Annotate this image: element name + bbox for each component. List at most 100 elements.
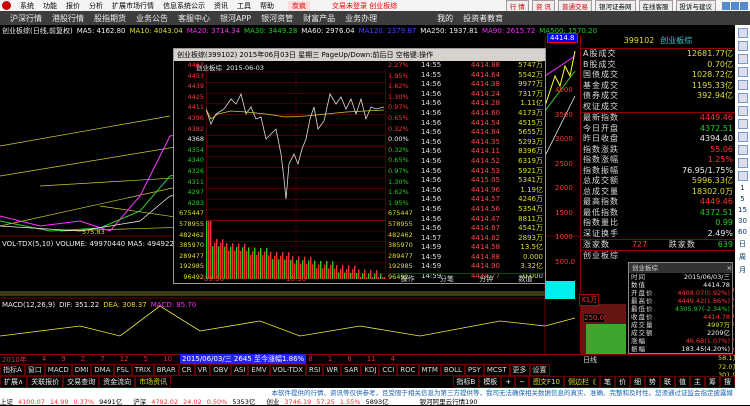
- toolbar-button[interactable]: 行 情: [505, 0, 529, 12]
- sub-right-button[interactable]: −: [515, 376, 530, 388]
- f10-button[interactable]: 侧边栏《: [564, 376, 600, 388]
- sub-tab[interactable]: 关联报价: [27, 376, 64, 388]
- period-button[interactable]: 30: [738, 217, 747, 225]
- tick-row[interactable]: 14:56 4414.28 1.11亿: [417, 99, 545, 109]
- popup-tab[interactable]: 操作: [401, 274, 415, 284]
- indicator-tab[interactable]: VOL-TDX: [269, 364, 306, 376]
- toolbar-icon[interactable]: [737, 54, 748, 64]
- tick-row[interactable]: 14:56 4414.56 5354万: [417, 205, 545, 215]
- period-button[interactable]: 日: [739, 239, 746, 249]
- toolbar-button[interactable]: 银河证券网: [595, 0, 636, 12]
- toolbar-icon[interactable]: [737, 171, 748, 181]
- indicator-tab[interactable]: OBV: [210, 364, 232, 376]
- indicator-tab[interactable]: 指标A: [0, 364, 25, 376]
- indicator-tab[interactable]: WR: [323, 364, 342, 376]
- sub-right-button[interactable]: 模板: [479, 376, 502, 388]
- menu-item[interactable]: 系统: [20, 1, 34, 11]
- indicator-tab[interactable]: EMV: [248, 364, 270, 376]
- f10-button[interactable]: 搜: [720, 376, 735, 388]
- nav-item[interactable]: 股指期货: [94, 13, 126, 24]
- toolbar-icon[interactable]: [737, 41, 748, 51]
- sub-tab[interactable]: 资金流向: [99, 376, 136, 388]
- hot-button[interactable]: 炭疯: [288, 0, 310, 11]
- nav-item[interactable]: 业务办理: [345, 13, 377, 24]
- period-label[interactable]: 日线: [580, 354, 735, 364]
- minimize-button[interactable]: [722, 1, 730, 10]
- toolbar-button[interactable]: 普通交易: [558, 0, 592, 12]
- period-button[interactable]: 60: [738, 228, 747, 236]
- nav-item[interactable]: 我的: [437, 13, 453, 24]
- indicator-tab[interactable]: PSY: [464, 364, 484, 376]
- period-button[interactable]: 15: [738, 206, 747, 214]
- menu-item[interactable]: 资讯: [214, 1, 228, 11]
- tick-row[interactable]: 14:56 4414.67 4541万: [417, 224, 545, 234]
- nav-item[interactable]: 业务公告: [136, 13, 168, 24]
- f10-button[interactable]: 图文F10: [529, 376, 564, 388]
- tick-row[interactable]: 14:59 4414.58 13.5亿: [417, 243, 545, 253]
- tick-row[interactable]: 14:56 4414.24 7317万: [417, 90, 545, 100]
- nav-item[interactable]: 财富产品: [303, 13, 335, 24]
- tick-row[interactable]: 14:57 4414.82 2893万: [417, 234, 545, 244]
- tick-row[interactable]: 14:55 4414.64 5542万: [417, 71, 545, 81]
- indicator-tab[interactable]: VR: [194, 364, 211, 376]
- toolbar-button[interactable]: 投诉与建议: [675, 0, 716, 12]
- maximize-button[interactable]: [731, 1, 739, 10]
- f10-button[interactable]: 值: [675, 376, 690, 388]
- intraday-chart[interactable]: [206, 69, 386, 279]
- toolbar-icon[interactable]: [737, 158, 748, 168]
- indicator-tab[interactable]: MCST: [483, 364, 510, 376]
- indicator-tab[interactable]: ROC: [397, 364, 419, 376]
- tick-row[interactable]: 14:56 4414.60 4173万: [417, 109, 545, 119]
- popup-tab[interactable]: 分钟: [479, 274, 493, 284]
- menu-item[interactable]: 扩展市场行情: [112, 1, 154, 11]
- sub-tab[interactable]: 交易查询: [63, 376, 100, 388]
- indicator-tab[interactable]: 窗口: [24, 364, 45, 376]
- popup-tab[interactable]: 分笔: [440, 274, 454, 284]
- indicator-tab[interactable]: DMI: [71, 364, 92, 376]
- close-icon[interactable]: ×: [727, 263, 732, 273]
- sub-tab[interactable]: 扩展∧: [0, 376, 28, 388]
- toolbar-icon[interactable]: [737, 93, 748, 103]
- toolbar-button[interactable]: 在线客服: [638, 0, 673, 12]
- menu-item[interactable]: 工具: [237, 1, 251, 11]
- indicator-tab[interactable]: BOLL: [440, 364, 465, 376]
- toolbar-icon[interactable]: [737, 80, 748, 90]
- menu-item[interactable]: 信息系统公示: [163, 1, 205, 11]
- toolbar-icon[interactable]: [737, 106, 748, 116]
- toolbar-button[interactable]: 资 讯: [531, 0, 555, 12]
- indicator-tab[interactable]: CCI: [379, 364, 398, 376]
- tick-row[interactable]: 14:56 4414.96 1.19亿: [417, 186, 545, 196]
- indicator-tab[interactable]: MACD: [44, 364, 72, 376]
- tick-row[interactable]: 14:56 4414.54 4515万: [417, 119, 545, 129]
- nav-item[interactable]: 银河资管: [261, 13, 293, 24]
- tick-row[interactable]: 14:56 4414.35 5293万: [417, 138, 545, 148]
- tick-list[interactable]: 14:55 4414.88 5747万 14:55 4414.64 5542万 14:56 4…: [417, 61, 545, 282]
- nav-item[interactable]: 投资者教育: [463, 13, 503, 24]
- nav-item[interactable]: 银河APP: [220, 13, 251, 24]
- menu-item[interactable]: 报价: [66, 1, 80, 11]
- menu-item[interactable]: 分析: [89, 1, 103, 11]
- intraday-popup[interactable]: 创业板综(399102) 2015年06月03日 星期三 PageUp/Down…: [173, 48, 546, 284]
- tick-row[interactable]: 14:56 4414.84 5655万: [417, 128, 545, 138]
- period-button[interactable]: 月: [739, 265, 746, 275]
- period-button[interactable]: 5: [740, 195, 744, 203]
- indicator-tab[interactable]: MTM: [418, 364, 441, 376]
- f10-button[interactable]: 细: [630, 376, 645, 388]
- tick-row[interactable]: 14:56 4414.38 9977万: [417, 80, 545, 90]
- indicator-tab[interactable]: KDJ: [361, 364, 380, 376]
- indicator-tab[interactable]: 更多: [509, 364, 530, 376]
- popup-tab[interactable]: 数值: [518, 274, 532, 284]
- menu-item[interactable]: 功能: [43, 1, 57, 11]
- f10-button[interactable]: 联: [660, 376, 675, 388]
- indicator-tab[interactable]: SAR: [341, 364, 362, 376]
- indicator-tab[interactable]: TRIX: [131, 364, 154, 376]
- f10-button[interactable]: 价: [615, 376, 630, 388]
- toolbar-icon[interactable]: [737, 67, 748, 77]
- nav-item[interactable]: 港股行情: [52, 13, 84, 24]
- tick-row[interactable]: 14:59 4414.90 3.32亿: [417, 262, 545, 272]
- f10-button[interactable]: 势: [645, 376, 660, 388]
- nav-item[interactable]: 客服中心: [178, 13, 210, 24]
- period-button[interactable]: 1: [740, 184, 744, 192]
- tick-row[interactable]: 14:56 4414.47 8811万: [417, 215, 545, 225]
- f10-button[interactable]: 笔: [600, 376, 615, 388]
